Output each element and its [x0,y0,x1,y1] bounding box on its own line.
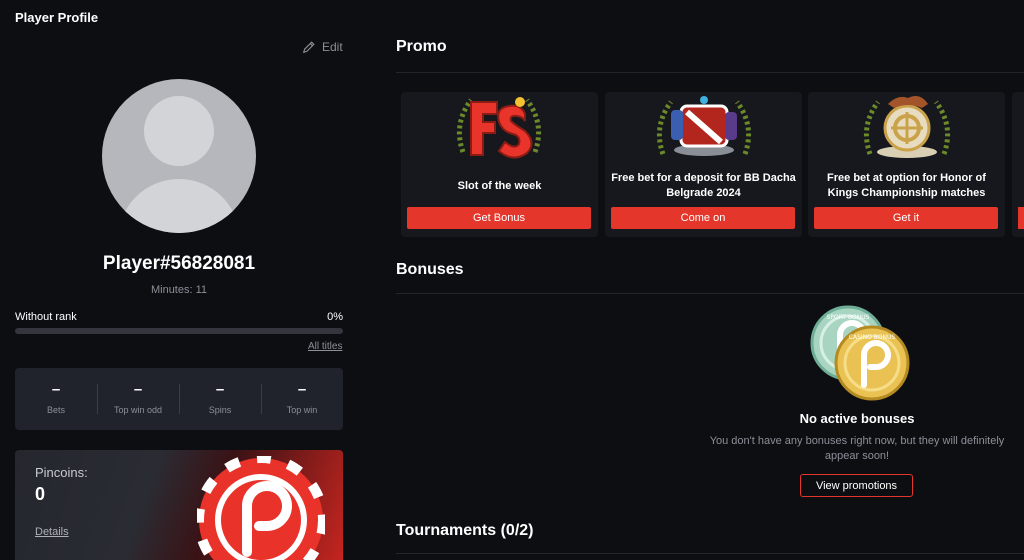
bonuses-title: Bonuses [396,261,464,278]
pincoins-label: Pincoins: [35,465,88,480]
stat-label: Bets [46,405,65,415]
profile-panel: Edit Player#56828081 Minutes: 11 Without… [0,0,365,560]
promo-card-title: Slot of the week [457,179,542,192]
pincoin-chip-icon [197,456,325,560]
view-promotions-button[interactable]: View promotions [800,474,913,497]
stat-label: Top win odd [113,405,163,415]
rank-percent: 0% [327,311,343,323]
stat-value: – [297,381,307,398]
rank-progress-bar [15,328,343,334]
minutes-played: Minutes: 11 [150,284,208,296]
pincoins-value: 0 [35,484,46,504]
stat-spins: – Spins [179,368,261,430]
pincoins-card: Pincoins: 0 Details [15,450,343,560]
bonus-coins-icon: SPORT BONUS CASINO BONUS [810,305,910,401]
promo-card-slot-of-week[interactable]: Slot of the week Get Bonus [401,92,598,237]
promo-title: Promo [396,38,447,55]
pencil-icon [302,41,315,54]
player-name: Player#56828081 [102,253,256,274]
no-bonuses-title: No active bonuses [799,411,915,426]
stat-label: Spins [208,405,232,415]
casino-bonus-coin-text: CASINO BONUS [849,334,896,341]
edit-label: Edit [322,40,343,54]
sport-bonus-coin-text: SPORT BONUS [827,314,870,321]
tournaments-title: Tournaments (0/2) [396,522,534,539]
stat-value: – [133,381,143,398]
no-bonuses-text: You don't have any bonuses right now, bu… [709,435,1005,462]
stats-panel: – Bets – Top win odd – Spins – Top win [15,368,343,430]
pincoins-details-link[interactable]: Details [35,526,69,538]
all-titles-link[interactable]: All titles [308,341,342,352]
stat-bets: – Bets [15,368,97,430]
stat-top-win-odd: – Top win odd [97,368,179,430]
avatar-body [118,179,240,233]
avatar[interactable] [102,79,256,233]
promo-card-next-partial[interactable] [1012,92,1024,237]
avatar-head [144,96,214,166]
stat-label: Top win [286,405,318,415]
promo-card-honor-of-kings[interactable]: Free bet at option for Honor of Kings Ch… [808,92,1005,237]
tournaments-divider [396,553,1024,554]
promo-card-title: Free bet at option for Honor of Kings Ch… [827,172,986,199]
promo-card-bb-dacha[interactable]: Free bet for a deposit for BB Dacha Belg… [605,92,802,237]
come-on-button[interactable]: Come on [611,207,795,229]
promo-card-title: Free bet for a deposit for BB Dacha Belg… [611,172,796,199]
honor-of-kings-icon [863,96,951,158]
rank-label: Without rank [15,311,77,323]
fs-badge-icon [456,97,542,159]
get-it-button[interactable]: Get it [814,207,998,229]
edit-button[interactable]: Edit [302,40,343,54]
stat-value: – [215,381,225,398]
get-bonus-button[interactable]: Get Bonus [407,207,591,229]
dota-hero-icon [656,96,752,156]
promo-divider [396,72,1024,73]
bonuses-divider [396,293,1024,294]
stat-top-win: – Top win [261,368,343,430]
stat-value: – [51,381,61,398]
promo-card-next-button[interactable] [1018,207,1024,229]
